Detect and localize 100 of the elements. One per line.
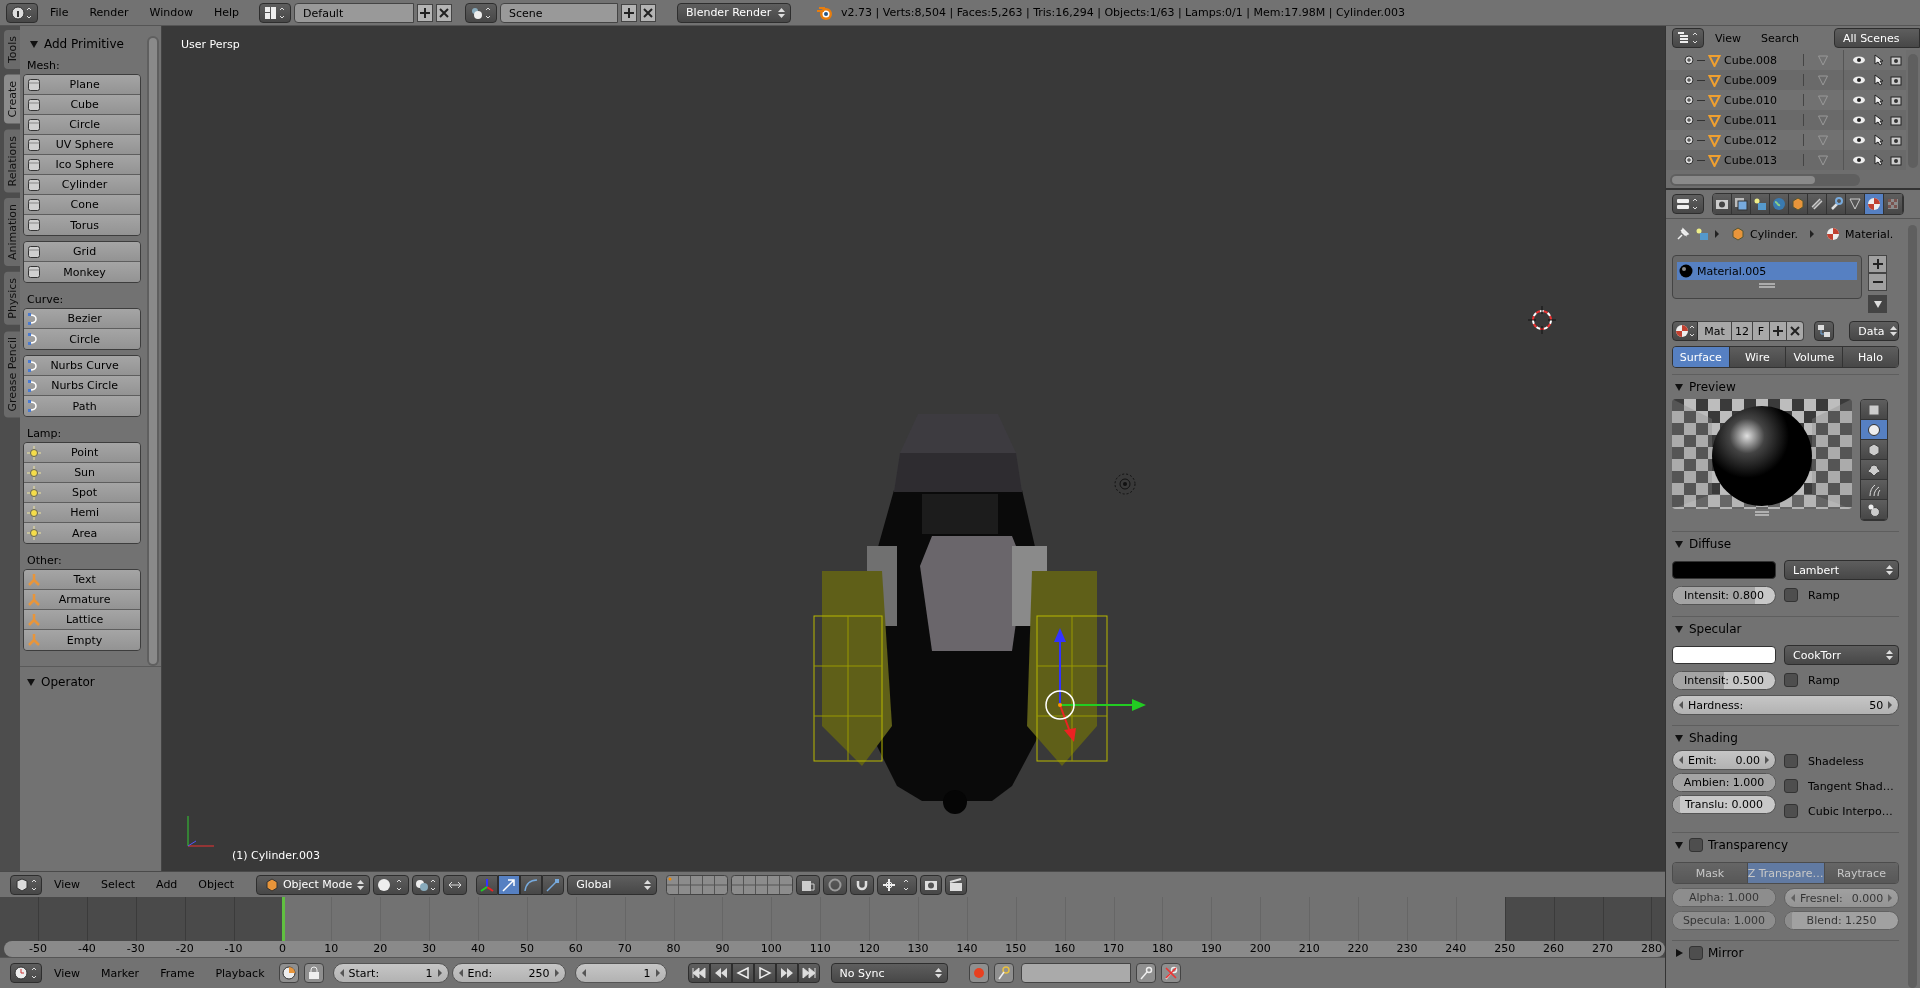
key-icon[interactable]: [993, 963, 1014, 983]
object-name[interactable]: Cube.008: [1724, 53, 1794, 67]
hardness-field[interactable]: Hardness: 50: [1672, 695, 1900, 715]
collapse-arrow-icon[interactable]: [1674, 539, 1684, 549]
menu-item[interactable]: View: [45, 963, 90, 983]
layout-icon[interactable]: [259, 2, 292, 23]
scale-icon[interactable]: [542, 874, 565, 895]
scene-field[interactable]: Scene: [500, 2, 619, 23]
start-frame-field[interactable]: Start: 1: [332, 963, 449, 983]
menu-item[interactable]: View: [1706, 28, 1751, 48]
lock-camera-icon[interactable]: [796, 874, 821, 895]
user-count-button[interactable]: 12: [1732, 321, 1753, 341]
menu-item[interactable]: File: [41, 3, 78, 22]
resize-handle-icon[interactable]: [1759, 283, 1775, 288]
frame-ruler[interactable]: -50 -40 -30 -20 -10 0 10 20 30 40 50 60 70 80 90 100 110 120 130 140 150 160 170 180 190 200 210 220 230 240 250 260 270 280: [4, 941, 1665, 957]
right-arrow-icon[interactable]: [553, 969, 559, 977]
sync-dropdown[interactable]: No Sync: [830, 963, 948, 983]
transparency-method-tab[interactable]: Mask: [1673, 863, 1748, 883]
proportional-icon[interactable]: [823, 874, 848, 895]
camera-icon[interactable]: [1713, 194, 1732, 214]
color-swatch[interactable]: [1672, 646, 1776, 664]
add-object-button[interactable]: Spot: [24, 483, 141, 503]
tool-tab[interactable]: Physics: [4, 272, 20, 325]
play-reverse-icon[interactable]: [731, 963, 754, 983]
right-arrow-icon[interactable]: [654, 969, 660, 977]
record-icon[interactable]: [968, 963, 989, 983]
outliner-row[interactable]: Cube.009: [1666, 70, 1906, 90]
tool-tab[interactable]: Grease Pencil: [4, 330, 20, 418]
add-object-button[interactable]: Point: [24, 443, 141, 463]
mode-dropdown[interactable]: Object Mode: [256, 874, 371, 895]
preview-range-icon[interactable]: [278, 963, 299, 983]
play-icon[interactable]: [753, 963, 776, 983]
menu-item[interactable]: Object: [189, 875, 244, 894]
add-object-button[interactable]: Armature: [24, 590, 141, 610]
intensity-slider[interactable]: Intensit: 0.800: [1672, 585, 1776, 605]
checkbox[interactable]: [1689, 838, 1703, 852]
tool-tab[interactable]: Relations: [4, 129, 20, 193]
snap-icon[interactable]: [443, 874, 468, 895]
add-object-button[interactable]: Bezier: [24, 309, 141, 329]
menu-item[interactable]: Frame: [151, 963, 204, 983]
editor-type-icon[interactable]: [10, 874, 42, 895]
add-icon[interactable]: [1770, 321, 1787, 341]
breadcrumb-item[interactable]: Material.: [1845, 227, 1894, 241]
pointer-icon[interactable]: [1873, 154, 1883, 166]
shader-dropdown[interactable]: Lambert: [1784, 560, 1900, 580]
expand-icon[interactable]: [1684, 55, 1694, 65]
intensity-slider[interactable]: Intensit: 0.500: [1672, 670, 1776, 690]
material-type-tab[interactable]: Wire: [1729, 347, 1787, 367]
outliner-row[interactable]: Cube.011: [1666, 110, 1906, 130]
color-swatch[interactable]: [1672, 561, 1776, 579]
jump-end-icon[interactable]: [797, 963, 820, 983]
scene-icon[interactable]: [465, 2, 498, 23]
collapse-arrow-icon[interactable]: [29, 39, 39, 49]
outliner-type-icon[interactable]: [1672, 28, 1704, 48]
info-icon[interactable]: [6, 2, 38, 23]
eye-icon[interactable]: [1852, 55, 1866, 65]
add-object-button[interactable]: Monkey: [24, 262, 141, 282]
jump-start-icon[interactable]: [687, 963, 710, 983]
camera-icon[interactable]: [1890, 94, 1902, 106]
close-icon[interactable]: [1787, 321, 1804, 341]
collapse-arrow-icon[interactable]: [1674, 382, 1684, 392]
add-object-button[interactable]: Grid: [24, 242, 141, 262]
number-slider[interactable]: Blend: 1.250: [1784, 911, 1900, 930]
left-arrow-icon[interactable]: [458, 969, 464, 977]
add-icon[interactable]: [621, 3, 638, 22]
link-dropdown[interactable]: Data: [1849, 321, 1900, 341]
pointer-icon[interactable]: [1873, 94, 1883, 106]
checkbox[interactable]: [1784, 804, 1798, 818]
add-object-button[interactable]: Sun: [24, 463, 141, 483]
left-arrow-icon[interactable]: [1679, 756, 1684, 764]
eye-icon[interactable]: [1852, 115, 1866, 125]
eye-icon[interactable]: [1852, 135, 1866, 145]
outliner-row[interactable]: Cube.013: [1666, 150, 1906, 170]
right-arrow-icon[interactable]: [1887, 701, 1893, 709]
layers-icon[interactable]: [666, 874, 729, 895]
delete-key-icon[interactable]: [1160, 963, 1181, 983]
add-object-button[interactable]: Area: [24, 523, 141, 543]
scene-icon[interactable]: [1751, 194, 1770, 214]
checkbox[interactable]: [1784, 754, 1798, 768]
clapboard-icon[interactable]: [945, 874, 968, 895]
menu-item[interactable]: Add: [147, 875, 187, 894]
camera-icon[interactable]: [1890, 134, 1902, 146]
object-name[interactable]: Cube.013: [1724, 153, 1794, 167]
object-name[interactable]: Cube.009: [1724, 73, 1794, 87]
expand-arrow-icon[interactable]: [1674, 948, 1684, 958]
add-object-button[interactable]: Cylinder: [24, 175, 141, 195]
camera-icon[interactable]: [1890, 114, 1902, 126]
left-arrow-icon[interactable]: [339, 969, 345, 977]
clock-icon[interactable]: [10, 963, 42, 983]
monkey-icon[interactable]: [1861, 460, 1887, 480]
tool-tab[interactable]: Create: [4, 75, 20, 124]
cube-icon[interactable]: [1789, 194, 1808, 214]
left-arrow-icon[interactable]: [1679, 701, 1684, 709]
eye-icon[interactable]: [1852, 155, 1866, 165]
menu-item[interactable]: Window: [140, 3, 202, 22]
add-object-button[interactable]: Circle: [24, 115, 141, 135]
add-object-button[interactable]: Text: [24, 570, 141, 590]
previous-key-icon[interactable]: [709, 963, 732, 983]
menu-item[interactable]: Marker: [92, 963, 149, 983]
fake-user-button[interactable]: F: [1753, 321, 1770, 341]
